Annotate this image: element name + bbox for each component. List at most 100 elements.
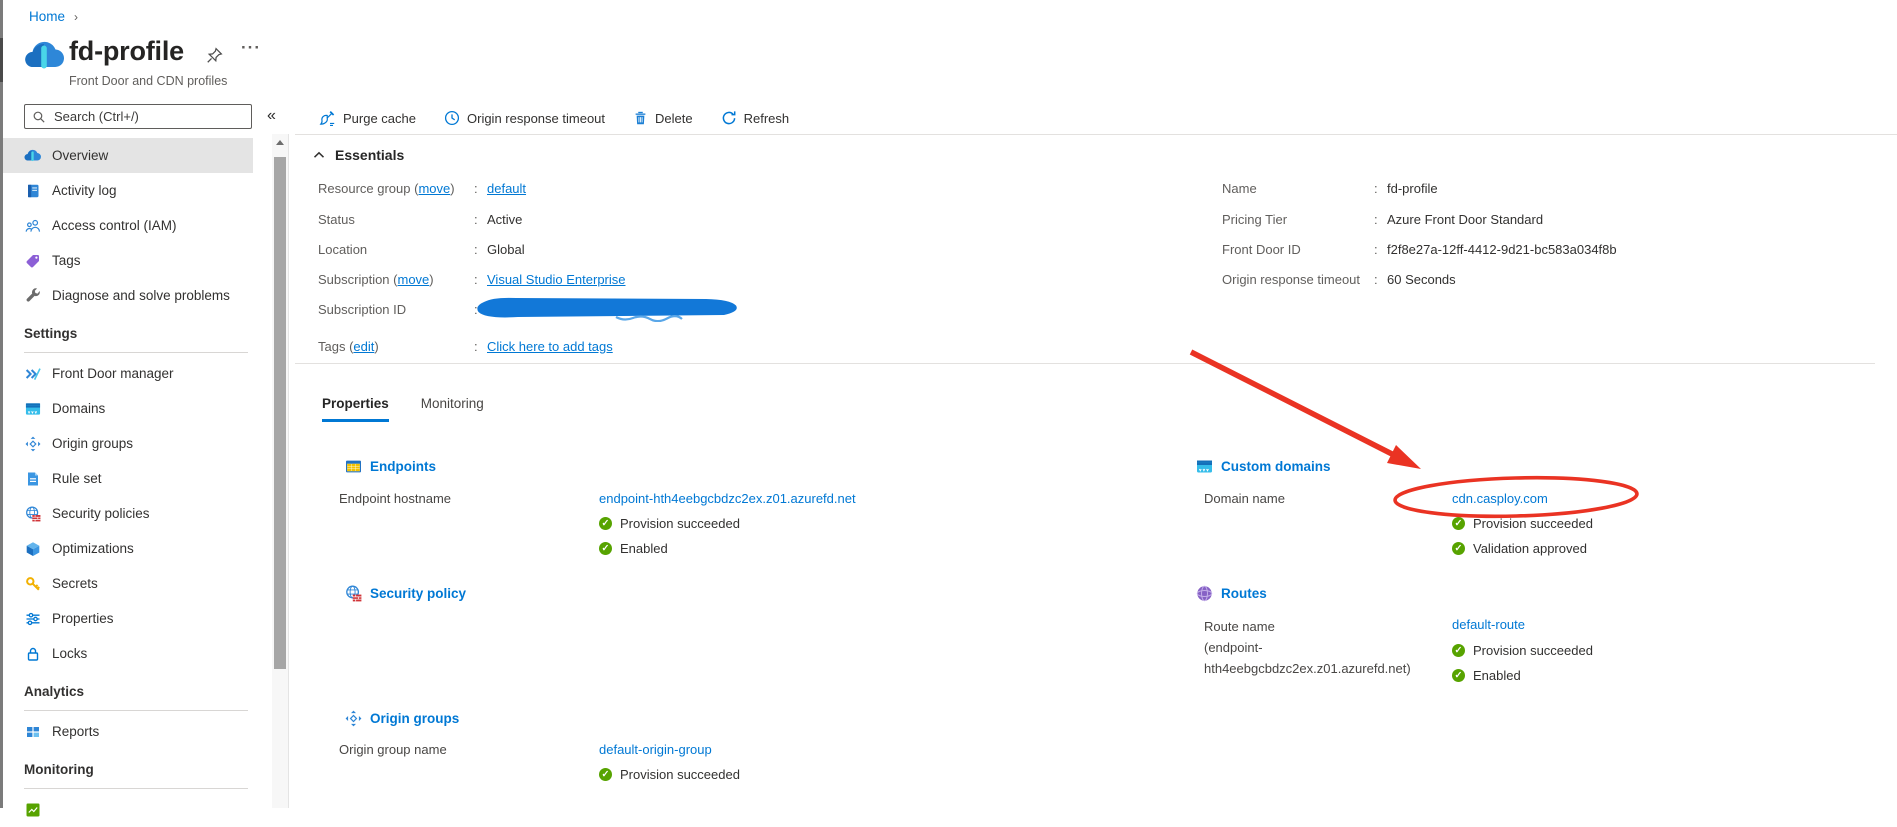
sidebar-item-label: Properties bbox=[52, 611, 114, 626]
tab-monitoring[interactable]: Monitoring bbox=[421, 396, 484, 422]
delete-button[interactable]: Delete bbox=[633, 110, 693, 126]
essentials-row-subscription: Subscription (move):Visual Studio Enterp… bbox=[318, 272, 626, 287]
sliders-icon bbox=[24, 610, 41, 627]
essentials-title: Essentials bbox=[335, 147, 404, 163]
toolbar-label: Purge cache bbox=[343, 111, 416, 126]
sidebar-section-analytics: Analytics bbox=[24, 683, 248, 711]
front-door-profile-icon bbox=[24, 40, 64, 73]
sidebar-item-rule-set[interactable]: Rule set bbox=[3, 461, 253, 496]
route-name-link[interactable]: default-route bbox=[1452, 617, 1525, 632]
subscription-label: Subscription (move) bbox=[318, 272, 474, 287]
sidebar-item-metrics-partial[interactable] bbox=[3, 792, 253, 827]
sidebar-item-secrets[interactable]: Secrets bbox=[3, 566, 253, 601]
sidebar-item-reports[interactable]: Reports bbox=[3, 714, 253, 749]
label-text: Resource group ( bbox=[318, 181, 418, 196]
status-label: Status bbox=[318, 212, 474, 227]
essentials-toggle[interactable]: Essentials bbox=[313, 147, 404, 163]
tags-label: Tags (edit) bbox=[318, 339, 474, 354]
sidebar-item-overview[interactable]: Overview bbox=[3, 138, 253, 173]
security-policy-icon bbox=[345, 585, 362, 602]
broom-icon bbox=[318, 110, 336, 127]
move-resource-group-link[interactable]: move bbox=[418, 181, 450, 196]
colon: : bbox=[1374, 272, 1387, 287]
subscription-value-link[interactable]: Visual Studio Enterprise bbox=[487, 272, 626, 287]
routes-heading[interactable]: Routes bbox=[1196, 585, 1267, 602]
sidebar-item-domains[interactable]: Domains bbox=[3, 391, 253, 426]
sidebar-item-diagnose[interactable]: Diagnose and solve problems bbox=[3, 278, 253, 313]
scrollbar-thumb[interactable] bbox=[274, 157, 286, 669]
pin-icon[interactable] bbox=[205, 46, 224, 65]
sidebar-item-properties[interactable]: Properties bbox=[3, 601, 253, 636]
sidebar-item-locks[interactable]: Locks bbox=[3, 636, 253, 671]
pricing-tier-label: Pricing Tier bbox=[1222, 212, 1374, 227]
edit-tags-link[interactable]: edit bbox=[353, 339, 374, 354]
sidebar-item-label: Overview bbox=[52, 148, 108, 163]
sidebar-item-label: Domains bbox=[52, 401, 105, 416]
security-policy-heading[interactable]: Security policy bbox=[345, 585, 466, 602]
sidebar-section-settings: Settings bbox=[24, 325, 248, 353]
essentials-row-status: Status:Active bbox=[318, 212, 522, 227]
essentials-row-front-door-id: Front Door ID:f2f8e27a-12ff-4412-9d21-bc… bbox=[1222, 242, 1617, 257]
origin-response-timeout-value: 60 Seconds bbox=[1387, 272, 1456, 287]
check-icon bbox=[1452, 517, 1465, 530]
endpoint-hostname-link[interactable]: endpoint-hth4eebgcbdzc2ex.z01.azurefd.ne… bbox=[599, 491, 856, 506]
more-options-icon[interactable]: ··· bbox=[241, 38, 261, 58]
sidebar-item-activity-log[interactable]: Activity log bbox=[3, 173, 253, 208]
chevron-up-icon bbox=[313, 151, 325, 159]
status-text: Provision succeeded bbox=[620, 516, 740, 531]
domain-name-link[interactable]: cdn.casploy.com bbox=[1452, 491, 1548, 506]
toolbar-label: Delete bbox=[655, 111, 693, 126]
sidebar-item-front-door-manager[interactable]: Front Door manager bbox=[3, 356, 253, 391]
search-input[interactable] bbox=[52, 108, 244, 125]
collapse-menu-button[interactable]: « bbox=[263, 105, 280, 127]
sidebar-item-optimizations[interactable]: Optimizations bbox=[3, 531, 253, 566]
move-subscription-link[interactable]: move bbox=[397, 272, 429, 287]
route-name-label: Route name (endpoint- hth4eebgcbdzc2ex.z… bbox=[1204, 616, 1411, 679]
tab-properties[interactable]: Properties bbox=[322, 396, 389, 422]
essentials-divider bbox=[295, 363, 1875, 364]
sidebar-item-access-control[interactable]: Access control (IAM) bbox=[3, 208, 253, 243]
scrollbar[interactable] bbox=[272, 134, 289, 808]
toolbar-divider bbox=[295, 134, 1897, 135]
status-text: Enabled bbox=[620, 541, 668, 556]
custom-domains-heading[interactable]: Custom domains bbox=[1196, 458, 1331, 475]
status-text: Validation approved bbox=[1473, 541, 1587, 556]
check-icon bbox=[1452, 542, 1465, 555]
add-tags-link[interactable]: Click here to add tags bbox=[487, 339, 613, 354]
breadcrumb: Home › bbox=[29, 9, 78, 24]
origin-groups-heading[interactable]: Origin groups bbox=[345, 710, 459, 727]
sidebar-item-security-policies[interactable]: Security policies bbox=[3, 496, 253, 531]
endpoints-heading[interactable]: Endpoints bbox=[345, 458, 436, 475]
key-icon bbox=[24, 575, 41, 592]
sidebar-item-label: Access control (IAM) bbox=[52, 218, 177, 233]
colon: : bbox=[474, 242, 487, 257]
label-text: ) bbox=[450, 181, 454, 196]
scrollbar-up-arrow[interactable] bbox=[272, 134, 288, 151]
status-text: Enabled bbox=[1473, 668, 1521, 683]
sidebar-item-origin-groups[interactable]: Origin groups bbox=[3, 426, 253, 461]
colon: : bbox=[1374, 181, 1387, 196]
sidebar-item-label: Diagnose and solve problems bbox=[52, 288, 230, 303]
essentials-row-location: Location:Global bbox=[318, 242, 525, 257]
origin-groups-icon bbox=[345, 710, 362, 727]
front-door-cloud-icon bbox=[24, 147, 41, 164]
optimizations-icon bbox=[24, 540, 41, 557]
route-name-label-line3: hth4eebgcbdzc2ex.z01.azurefd.net) bbox=[1204, 658, 1411, 679]
origin-response-timeout-button[interactable]: Origin response timeout bbox=[444, 110, 605, 126]
endpoints-table-icon bbox=[345, 458, 362, 475]
heading-text: Routes bbox=[1221, 586, 1267, 601]
name-value: fd-profile bbox=[1387, 181, 1438, 196]
sidebar-item-label: Front Door manager bbox=[52, 366, 174, 381]
refresh-button[interactable]: Refresh bbox=[721, 110, 790, 126]
resource-group-value-link[interactable]: default bbox=[487, 181, 526, 196]
custom-domains-icon bbox=[1196, 458, 1213, 475]
origin-group-name-link[interactable]: default-origin-group bbox=[599, 742, 712, 757]
purge-cache-button[interactable]: Purge cache bbox=[318, 110, 416, 127]
subscription-id-redaction bbox=[474, 296, 746, 322]
sidebar-item-label: Optimizations bbox=[52, 541, 134, 556]
toolbar-label: Origin response timeout bbox=[467, 111, 605, 126]
essentials-row-tags: Tags (edit):Click here to add tags bbox=[318, 339, 613, 354]
sidebar-item-tags[interactable]: Tags bbox=[3, 243, 253, 278]
front-door-id-label: Front Door ID bbox=[1222, 242, 1374, 257]
breadcrumb-home-link[interactable]: Home bbox=[29, 9, 65, 24]
